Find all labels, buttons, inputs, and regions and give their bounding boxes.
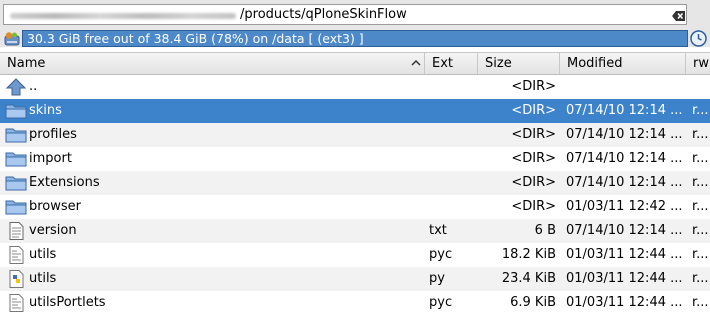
- file-row-skins[interactable]: skins <DIR> 07/14/10 12:14 ... r...: [0, 99, 710, 123]
- up-arrow-icon: [5, 78, 27, 96]
- file-rw: r...: [692, 295, 709, 310]
- file-row-version[interactable]: version txt 6 B 07/14/10 12:14 ... r...: [0, 219, 710, 243]
- column-modified-label: Modified: [567, 56, 623, 71]
- file-row-parent[interactable]: .. <DIR>: [0, 75, 710, 99]
- folder-icon: [5, 128, 27, 143]
- disk-status-text: 30.3 GiB free out of 38.4 GiB (78%) on /…: [22, 30, 688, 47]
- file-row-import[interactable]: import <DIR> 07/14/10 12:14 ... r...: [0, 147, 710, 171]
- folder-icon: [5, 200, 27, 215]
- file-row-extensions[interactable]: Extensions <DIR> 07/14/10 12:14 ... r...: [0, 171, 710, 195]
- binary-file-icon: [9, 294, 24, 312]
- folder-icon: [5, 104, 27, 119]
- file-size: <DIR>: [511, 199, 556, 214]
- file-modified: 01/03/11 12:44 ...: [566, 247, 683, 262]
- file-size: 23.4 KiB: [501, 271, 556, 286]
- file-size: 6.9 KiB: [510, 295, 556, 310]
- file-name: Extensions: [29, 175, 100, 190]
- column-name-label: Name: [7, 56, 46, 71]
- column-ext-label: Ext: [432, 56, 454, 71]
- clear-path-icon[interactable]: [672, 10, 686, 22]
- column-name-header[interactable]: Name: [0, 53, 425, 74]
- file-size: <DIR>: [511, 79, 556, 94]
- file-rw: r...: [692, 151, 709, 166]
- file-modified: 07/14/10 12:14 ...: [566, 103, 683, 118]
- file-rw: r...: [692, 199, 709, 214]
- file-modified: 07/14/10 12:14 ...: [566, 175, 683, 190]
- file-name: utils: [29, 271, 57, 286]
- file-rw: r...: [692, 103, 709, 118]
- file-size: <DIR>: [511, 127, 556, 142]
- file-ext: txt: [429, 223, 447, 238]
- column-rw-header[interactable]: rw: [686, 53, 710, 74]
- column-ext-header[interactable]: Ext: [425, 53, 478, 74]
- file-name: browser: [29, 199, 82, 214]
- file-size: <DIR>: [511, 151, 556, 166]
- file-name: utils: [29, 247, 57, 262]
- file-rw: r...: [692, 223, 709, 238]
- column-size-header[interactable]: Size: [478, 53, 560, 74]
- file-name: ..: [29, 79, 38, 94]
- file-modified: 07/14/10 12:14 ...: [566, 223, 683, 238]
- column-size-label: Size: [485, 56, 512, 71]
- text-file-icon: [9, 222, 24, 240]
- file-modified: 01/03/11 12:42 ...: [566, 199, 683, 214]
- file-modified: 07/14/10 12:14 ...: [566, 151, 683, 166]
- file-rw: r...: [692, 175, 709, 190]
- folder-icon: [5, 152, 27, 167]
- sort-ascending-icon: [411, 59, 421, 66]
- python-file-icon: [9, 270, 24, 288]
- file-row-browser[interactable]: browser <DIR> 01/03/11 12:42 ... r...: [0, 195, 710, 219]
- path-text: /products/qPloneSkinFlow: [240, 7, 407, 22]
- file-name: profiles: [29, 127, 77, 142]
- column-rw-label: rw: [693, 56, 709, 71]
- file-row-utils-py[interactable]: utils py 23.4 KiB 01/03/11 12:44 ... r..…: [0, 267, 710, 291]
- file-name: version: [29, 223, 77, 238]
- file-row-utils-pyc[interactable]: utils pyc 18.2 KiB 01/03/11 12:44 ... r.…: [0, 243, 710, 267]
- history-clock-icon[interactable]: [690, 30, 707, 47]
- file-size: <DIR>: [511, 103, 556, 118]
- binary-file-icon: [9, 246, 24, 264]
- file-name: skins: [29, 103, 62, 118]
- file-modified: 07/14/10 12:14 ...: [566, 127, 683, 142]
- file-row-utilsportlets[interactable]: utilsPortlets pyc 6.9 KiB 01/03/11 12:44…: [0, 291, 710, 315]
- file-ext: pyc: [429, 247, 453, 262]
- file-name: utilsPortlets: [29, 295, 106, 310]
- path-input[interactable]: /products/qPloneSkinFlow: [3, 4, 687, 25]
- file-ext: py: [429, 271, 445, 286]
- file-size: 18.2 KiB: [501, 247, 556, 262]
- folder-icon: [5, 176, 27, 191]
- file-name: import: [29, 151, 72, 166]
- file-ext: pyc: [429, 295, 453, 310]
- file-modified: 01/03/11 12:44 ...: [566, 271, 683, 286]
- path-prefix-obscured: [10, 13, 236, 19]
- path-bar: /products/qPloneSkinFlow: [0, 0, 710, 30]
- file-rw: r...: [692, 271, 709, 286]
- file-rw: r...: [692, 247, 709, 262]
- file-size: 6 B: [534, 223, 556, 238]
- file-rw: r...: [692, 127, 709, 142]
- file-size: <DIR>: [511, 175, 556, 190]
- column-header: Name Ext Size Modified rw: [0, 52, 710, 75]
- file-modified: 01/03/11 12:44 ...: [566, 295, 683, 310]
- column-modified-header[interactable]: Modified: [560, 53, 686, 74]
- drive-icon[interactable]: [4, 31, 20, 47]
- file-row-profiles[interactable]: profiles <DIR> 07/14/10 12:14 ... r...: [0, 123, 710, 147]
